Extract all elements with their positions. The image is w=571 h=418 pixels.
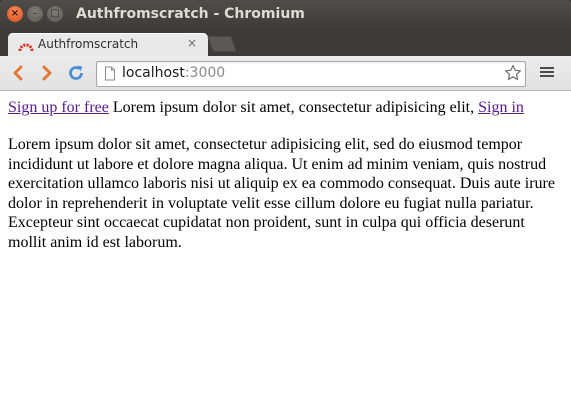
title-bar: × – □ Authfromscratch - Chromium xyxy=(0,0,571,30)
red-arc-icon xyxy=(18,38,34,52)
tab-authfromscratch[interactable]: Authfromscratch × xyxy=(8,33,208,56)
window-close-button[interactable]: × xyxy=(7,6,23,22)
window-title: Authfromscratch - Chromium xyxy=(76,6,305,22)
window-controls: × – □ xyxy=(7,6,63,22)
url-port: :3000 xyxy=(184,65,226,81)
window-minimize-button[interactable]: – xyxy=(27,6,43,22)
new-tab-button[interactable] xyxy=(207,36,237,52)
window-maximize-button[interactable]: □ xyxy=(47,6,63,22)
tab-title: Authfromscratch xyxy=(38,37,139,51)
tab-close-icon[interactable]: × xyxy=(187,36,197,50)
menu-icon[interactable] xyxy=(539,65,555,81)
tab-strip: Authfromscratch × xyxy=(0,30,571,56)
body-paragraph: Lorem ipsum dolor sit amet, consectetur … xyxy=(8,136,555,251)
url-text: localhost:3000 xyxy=(122,65,225,81)
url-host: localhost xyxy=(122,65,185,81)
browser-toolbar: localhost:3000 xyxy=(0,56,571,91)
page-content: Sign up for free Lorem ipsum dolor sit a… xyxy=(0,91,571,418)
browser-window: × – □ Authfromscratch - Chromium Authfro… xyxy=(0,0,571,418)
address-bar[interactable]: localhost:3000 xyxy=(96,61,526,87)
reload-icon[interactable] xyxy=(66,63,86,83)
star-icon[interactable] xyxy=(504,64,522,86)
back-icon[interactable] xyxy=(8,63,28,83)
page-nav: Sign up for free Lorem ipsum dolor sit a… xyxy=(8,99,563,117)
signup-link[interactable]: Sign up for free xyxy=(8,99,109,116)
page-icon xyxy=(104,66,116,85)
signin-link[interactable]: Sign in xyxy=(478,99,524,116)
nav-text: Lorem ipsum dolor sit amet, consectetur … xyxy=(108,99,479,116)
forward-icon[interactable] xyxy=(37,63,57,83)
